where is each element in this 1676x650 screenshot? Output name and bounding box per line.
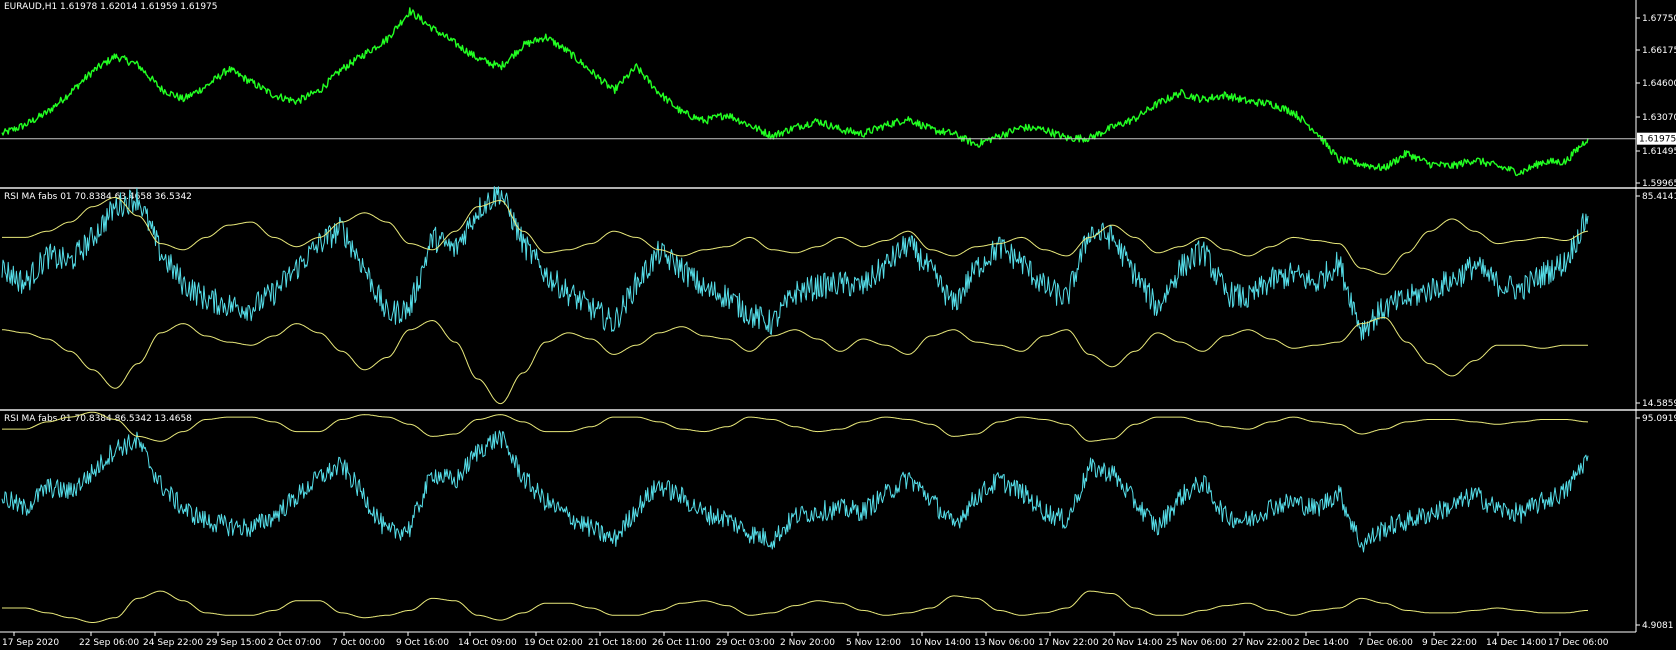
y-tick-label: 95.0919	[1642, 414, 1676, 424]
x-tick-label: 14 Oct 09:00	[458, 638, 517, 648]
x-tick-label: 2 Dec 14:00	[1294, 638, 1349, 648]
x-tick-label: 24 Sep 22:00	[143, 638, 203, 648]
pane-title: RSI MA fabs 01 70.8384 86.5342 13.4658	[4, 414, 192, 424]
x-tick-label: 27 Nov 22:00	[1232, 638, 1293, 648]
x-tick-label: 7 Oct 00:00	[332, 638, 385, 648]
x-tick-label: 13 Nov 06:00	[974, 638, 1035, 648]
x-tick-label: 9 Oct 16:00	[396, 638, 449, 648]
current-price-label: 1.61975	[1639, 135, 1676, 145]
x-tick-label: 5 Nov 12:00	[846, 638, 901, 648]
x-tick-label: 2 Nov 20:00	[780, 638, 835, 648]
x-tick-label: 25 Nov 06:00	[1166, 638, 1227, 648]
x-tick-label: 14 Dec 14:00	[1486, 638, 1547, 648]
pane-title: RSI MA fabs 01 70.8384 63.4658 36.5342	[4, 192, 192, 202]
y-tick-label: 1.59965	[1642, 179, 1676, 189]
x-tick-label: 19 Oct 02:00	[524, 638, 583, 648]
chart: EURAUD,H1 1.61978 1.62014 1.61959 1.6197…	[0, 0, 1676, 650]
y-tick-label: 85.4141	[1642, 192, 1676, 202]
x-tick-label: 17 Sep 2020	[2, 638, 59, 648]
y-tick-label: 1.67750	[1642, 14, 1676, 24]
y-tick-label: 14.5859	[1642, 399, 1676, 409]
y-tick-label: 1.61495	[1642, 147, 1676, 157]
x-tick-label: 22 Sep 06:00	[79, 638, 139, 648]
x-tick-label: 29 Oct 03:00	[716, 638, 775, 648]
x-tick-label: 9 Dec 22:00	[1422, 638, 1477, 648]
pane-title: EURAUD,H1 1.61978 1.62014 1.61959 1.6197…	[4, 2, 218, 12]
chart-background	[0, 0, 1676, 650]
x-tick-label: 26 Oct 11:00	[652, 638, 711, 648]
x-tick-label: 7 Dec 06:00	[1358, 638, 1413, 648]
x-tick-label: 10 Nov 14:00	[910, 638, 971, 648]
y-tick-label: 4.9081	[1642, 621, 1674, 631]
y-tick-label: 1.63070	[1642, 113, 1676, 123]
y-tick-label: 1.66175	[1642, 46, 1676, 56]
x-tick-label: 17 Nov 22:00	[1038, 638, 1099, 648]
x-tick-label: 17 Dec 06:00	[1548, 638, 1609, 648]
y-tick-label: 1.64600	[1642, 79, 1676, 89]
x-tick-label: 21 Oct 18:00	[588, 638, 647, 648]
x-tick-label: 29 Sep 15:00	[206, 638, 266, 648]
x-tick-label: 20 Nov 14:00	[1102, 638, 1163, 648]
x-tick-label: 2 Oct 07:00	[268, 638, 321, 648]
